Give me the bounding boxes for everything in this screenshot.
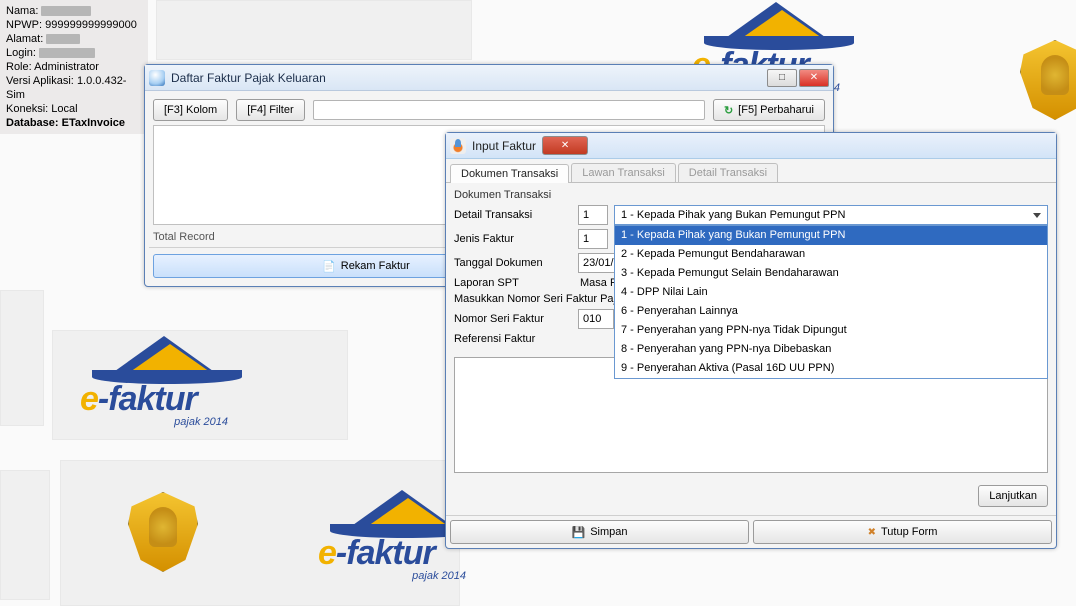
close-button[interactable]: ✕ (799, 69, 829, 87)
app-icon (149, 70, 165, 86)
npwp-value: 999999999999000 (45, 19, 137, 31)
tab-detail-transaksi[interactable]: Detail Transaksi (678, 163, 778, 182)
db-label: Database: (6, 117, 59, 129)
kolom-button[interactable]: [F3] Kolom (153, 99, 228, 121)
document-icon (322, 260, 336, 273)
db-value: ETaxInvoice (62, 117, 125, 129)
session-info-panel: Nama: NPWP: 999999999999000 Alamat: Logi… (0, 0, 148, 134)
lanjutkan-button[interactable]: Lanjutkan (978, 485, 1048, 507)
chevron-down-icon (1029, 207, 1045, 223)
role-value: Administrator (34, 61, 99, 73)
close-icon (868, 526, 876, 538)
nomor-seri-label: Nomor Seri Faktur (454, 313, 572, 325)
window-title: Daftar Faktur Pajak Keluaran (171, 71, 761, 85)
koneksi-value: Local (51, 103, 77, 115)
close-button[interactable]: ✕ (542, 136, 588, 155)
combo-selected-text: 1 - Kepada Pihak yang Bukan Pemungut PPN (621, 209, 845, 221)
window-input-faktur: Input Faktur ✕ Dokumen Transaksi Lawan T… (445, 132, 1057, 549)
npwp-label: NPWP: (6, 19, 42, 31)
window-titlebar: Daftar Faktur Pajak Keluaran □ ✕ (145, 65, 833, 91)
dropdown-option[interactable]: 7 - Penyerahan yang PPN-nya Tidak Dipung… (615, 321, 1047, 340)
java-icon (450, 138, 466, 154)
tab-lawan-transaksi[interactable]: Lawan Transaksi (571, 163, 676, 182)
tutup-form-button[interactable]: Tutup Form (753, 520, 1052, 544)
quick-filter-input[interactable] (313, 100, 705, 120)
dropdown-option[interactable]: 6 - Penyerahan Lainnya (615, 302, 1047, 321)
koneksi-label: Koneksi: (6, 103, 48, 115)
refresh-button[interactable]: [F5] Perbaharui (713, 99, 825, 121)
jenis-faktur-input[interactable] (578, 229, 608, 249)
detail-transaksi-label: Detail Transaksi (454, 209, 572, 221)
alamat-label: Alamat: (6, 33, 43, 45)
emblem-icon (1020, 40, 1076, 120)
window-titlebar: Input Faktur ✕ (446, 133, 1056, 159)
simpan-button[interactable]: Simpan (450, 520, 749, 544)
laporan-spt-label: Laporan SPT (454, 277, 572, 289)
dropdown-option[interactable]: 9 - Penyerahan Aktiva (Pasal 16D UU PPN) (615, 359, 1047, 378)
refresh-icon (724, 104, 733, 117)
maximize-button[interactable]: □ (767, 69, 797, 87)
login-label: Login: (6, 47, 36, 59)
dropdown-option[interactable]: 1 - Kepada Pihak yang Bukan Pemungut PPN (615, 226, 1047, 245)
jenis-faktur-label: Jenis Faktur (454, 233, 572, 245)
dropdown-option[interactable]: 2 - Kepada Pemungut Bendaharawan (615, 245, 1047, 264)
referensi-faktur-label: Referensi Faktur (454, 333, 572, 345)
window-title: Input Faktur (472, 139, 536, 153)
versi-label: Versi Aplikasi: (6, 75, 74, 87)
tanggal-dokumen-label: Tanggal Dokumen (454, 257, 572, 269)
dropdown-option[interactable]: 4 - DPP Nilai Lain (615, 283, 1047, 302)
nomor-seri-prefix-input[interactable] (578, 309, 614, 329)
save-icon (572, 526, 586, 539)
detail-transaksi-combo[interactable]: 1 - Kepada Pihak yang Bukan Pemungut PPN… (614, 205, 1048, 225)
nomor-seri-intro-label: Masukkan Nomor Seri Faktur Pajak : (454, 293, 634, 305)
dropdown-option[interactable]: 8 - Penyerahan yang PPN-nya Dibebaskan (615, 340, 1047, 359)
nama-label: Nama: (6, 5, 38, 17)
dropdown-option[interactable]: 3 - Kepada Pemungut Selain Bendaharawan (615, 264, 1047, 283)
filter-button[interactable]: [F4] Filter (236, 99, 304, 121)
section-label: Dokumen Transaksi (454, 187, 1048, 205)
emblem-icon (128, 492, 198, 572)
detail-transaksi-dropdown[interactable]: 1 - Kepada Pihak yang Bukan Pemungut PPN… (614, 225, 1048, 379)
tab-dokumen-transaksi[interactable]: Dokumen Transaksi (450, 164, 569, 183)
tab-bar: Dokumen Transaksi Lawan Transaksi Detail… (446, 159, 1056, 183)
efaktur-logo: e-faktur pajak 2014 (70, 334, 250, 434)
role-label: Role: (6, 61, 32, 73)
detail-transaksi-input[interactable] (578, 205, 608, 225)
